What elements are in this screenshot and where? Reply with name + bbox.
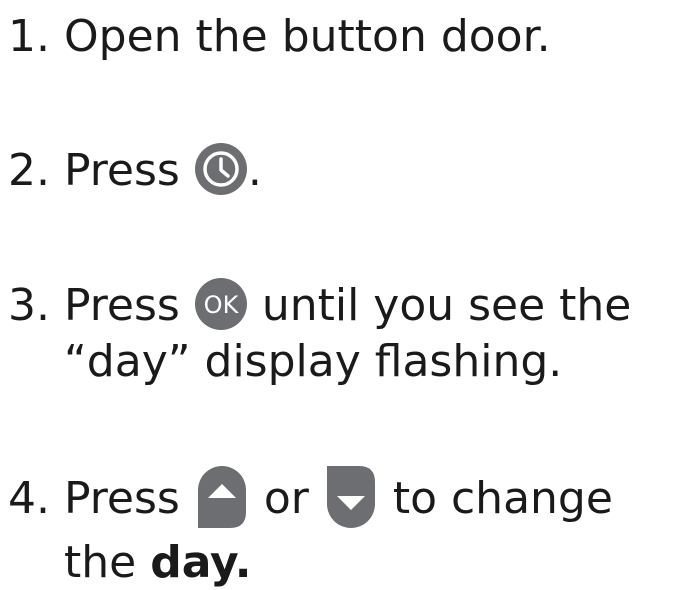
step-text: Open the button door.	[64, 11, 551, 62]
ok-label: OK	[203, 291, 239, 319]
step-number: 4.	[8, 473, 50, 524]
up-arrow-button-icon	[194, 462, 250, 532]
step-text-end: .	[247, 145, 262, 196]
down-arrow-button-icon	[323, 462, 379, 532]
step-number: 2.	[8, 145, 50, 196]
step-text-continued: until you see the	[261, 280, 632, 331]
clock-icon	[194, 142, 248, 196]
ok-button-icon: OK	[194, 277, 248, 331]
instruction-step-2: 2. Press .	[8, 142, 262, 200]
step-number: 3.	[8, 280, 50, 331]
step-number: 1.	[8, 11, 50, 62]
step-text: Press	[64, 145, 180, 196]
instruction-step-4: 4. Press or to change the day.	[8, 466, 613, 590]
step-text-continued: to change	[392, 473, 613, 524]
step-text-line2: “day” display flashing.	[64, 336, 563, 387]
step-text: Press	[64, 280, 180, 331]
step-text: Press	[64, 473, 180, 524]
step-text-line2-prefix: the	[64, 537, 137, 588]
step-connector: or	[263, 473, 309, 524]
instruction-step-3: 3. Press OK until you see the “day” displ…	[8, 277, 632, 389]
step-text-line2: the day.	[8, 536, 613, 590]
instruction-step-1: 1. Open the button door.	[8, 10, 551, 64]
step-text-line2-bold: day.	[150, 537, 252, 588]
